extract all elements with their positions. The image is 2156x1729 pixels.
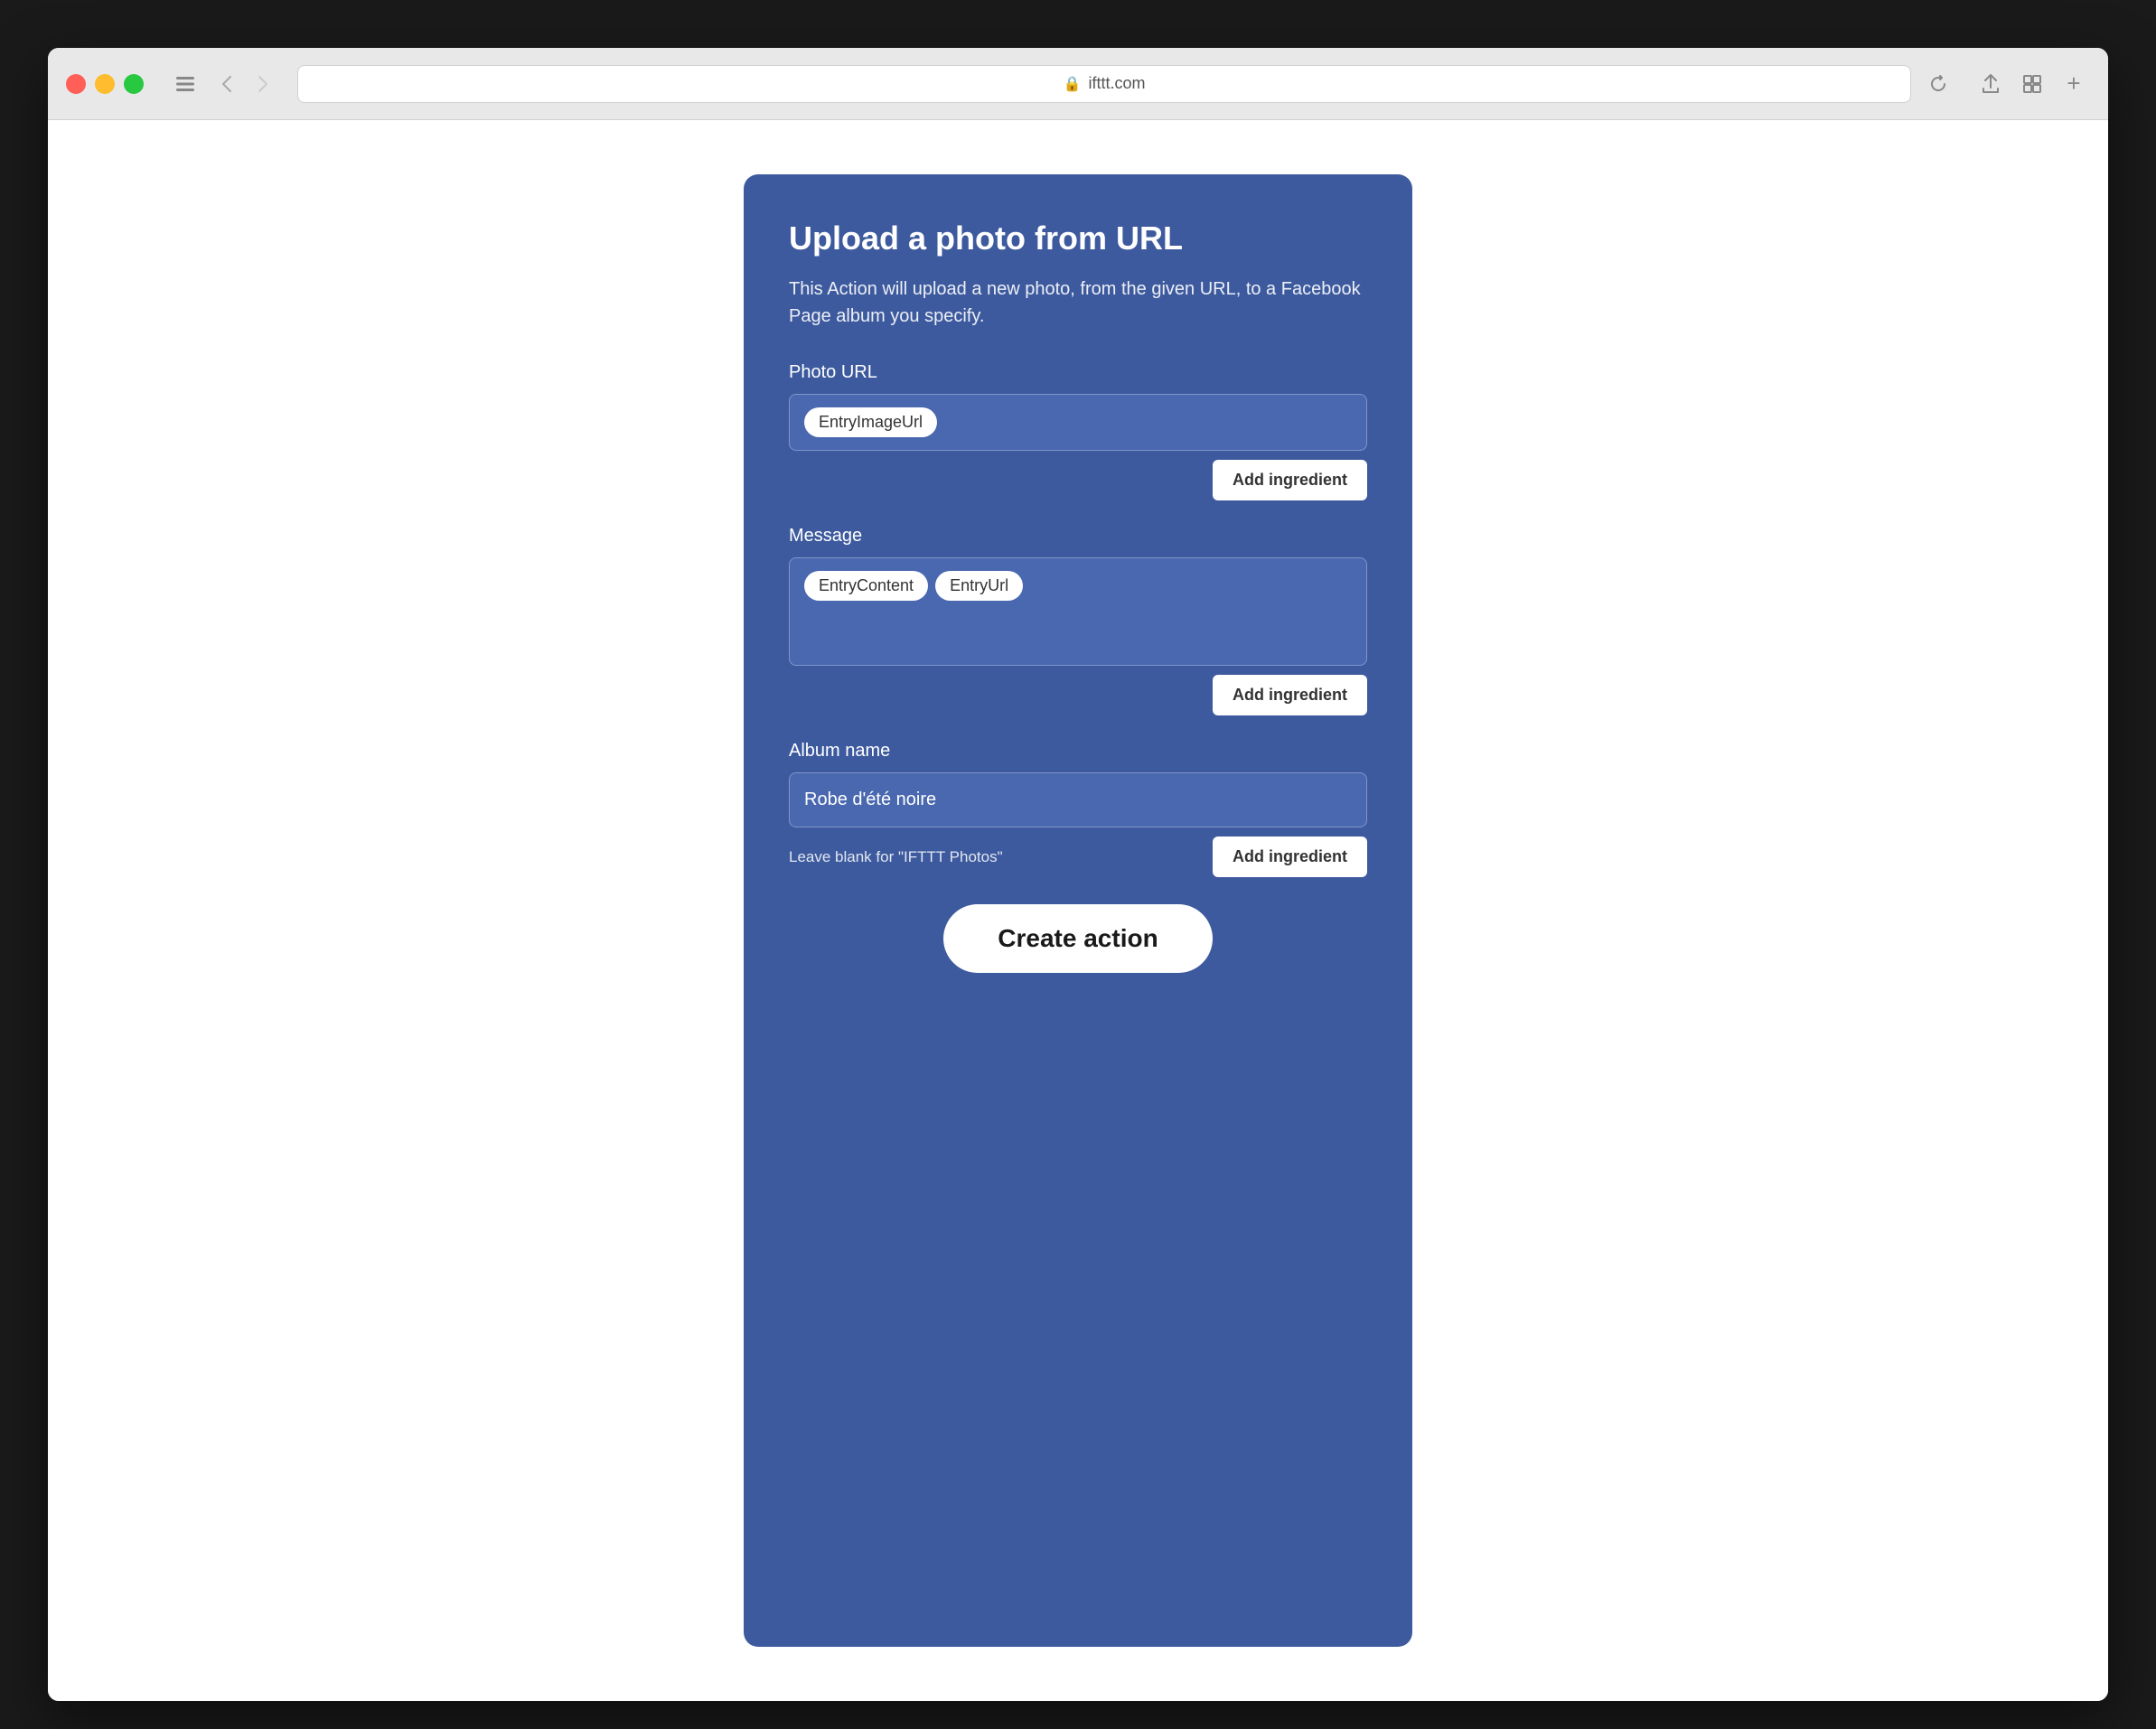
nav-buttons [212, 70, 277, 98]
photo-url-add-row: Add ingredient [789, 460, 1367, 500]
traffic-lights [66, 74, 144, 94]
lock-icon: 🔒 [1064, 75, 1082, 93]
message-section: Message EntryContent EntryUrl Add ingred… [789, 526, 1367, 715]
action-card: Upload a photo from URL This Action will… [744, 174, 1412, 1647]
back-button[interactable] [212, 70, 241, 98]
reload-button[interactable] [1922, 68, 1954, 100]
tab-overview-button[interactable] [2016, 68, 2048, 100]
photo-url-section: Photo URL EntryImageUrl Add ingredient [789, 362, 1367, 500]
minimize-button[interactable] [95, 74, 115, 94]
message-label: Message [789, 526, 1367, 547]
message-add-ingredient-button[interactable]: Add ingredient [1213, 675, 1367, 715]
sidebar-toggle-button[interactable] [169, 68, 202, 100]
browser-window: 🔒 ifttt.com + [48, 48, 2108, 1701]
entry-content-tag[interactable]: EntryContent [804, 571, 928, 601]
album-name-section: Album name Robe d'été noire Leave blank … [789, 741, 1367, 877]
url-text: ifttt.com [1088, 74, 1145, 93]
maximize-button[interactable] [124, 74, 144, 94]
browser-content: Upload a photo from URL This Action will… [48, 120, 2108, 1701]
photo-url-label: Photo URL [789, 362, 1367, 383]
create-action-button[interactable]: Create action [943, 904, 1212, 973]
card-title: Upload a photo from URL [789, 220, 1367, 257]
album-name-helper-text: Leave blank for "IFTTT Photos" [789, 846, 1213, 868]
share-button[interactable] [1974, 68, 2007, 100]
message-input[interactable]: EntryContent EntryUrl [789, 557, 1367, 666]
album-name-input[interactable]: Robe d'été noire [789, 772, 1367, 827]
address-bar[interactable]: 🔒 ifttt.com [297, 65, 1911, 103]
browser-titlebar: 🔒 ifttt.com + [48, 48, 2108, 120]
new-tab-button[interactable]: + [2058, 68, 2090, 100]
card-description: This Action will upload a new photo, fro… [789, 276, 1367, 330]
photo-url-add-ingredient-button[interactable]: Add ingredient [1213, 460, 1367, 500]
forward-button[interactable] [248, 70, 277, 98]
message-add-row: Add ingredient [789, 675, 1367, 715]
album-name-helper-row: Leave blank for "IFTTT Photos" Add ingre… [789, 836, 1367, 877]
entry-url-tag[interactable]: EntryUrl [935, 571, 1023, 601]
album-name-add-ingredient-button[interactable]: Add ingredient [1213, 836, 1367, 877]
entry-image-url-tag[interactable]: EntryImageUrl [804, 407, 937, 437]
photo-url-input[interactable]: EntryImageUrl [789, 394, 1367, 451]
close-button[interactable] [66, 74, 86, 94]
album-name-label: Album name [789, 741, 1367, 762]
browser-actions: + [1974, 68, 2090, 100]
